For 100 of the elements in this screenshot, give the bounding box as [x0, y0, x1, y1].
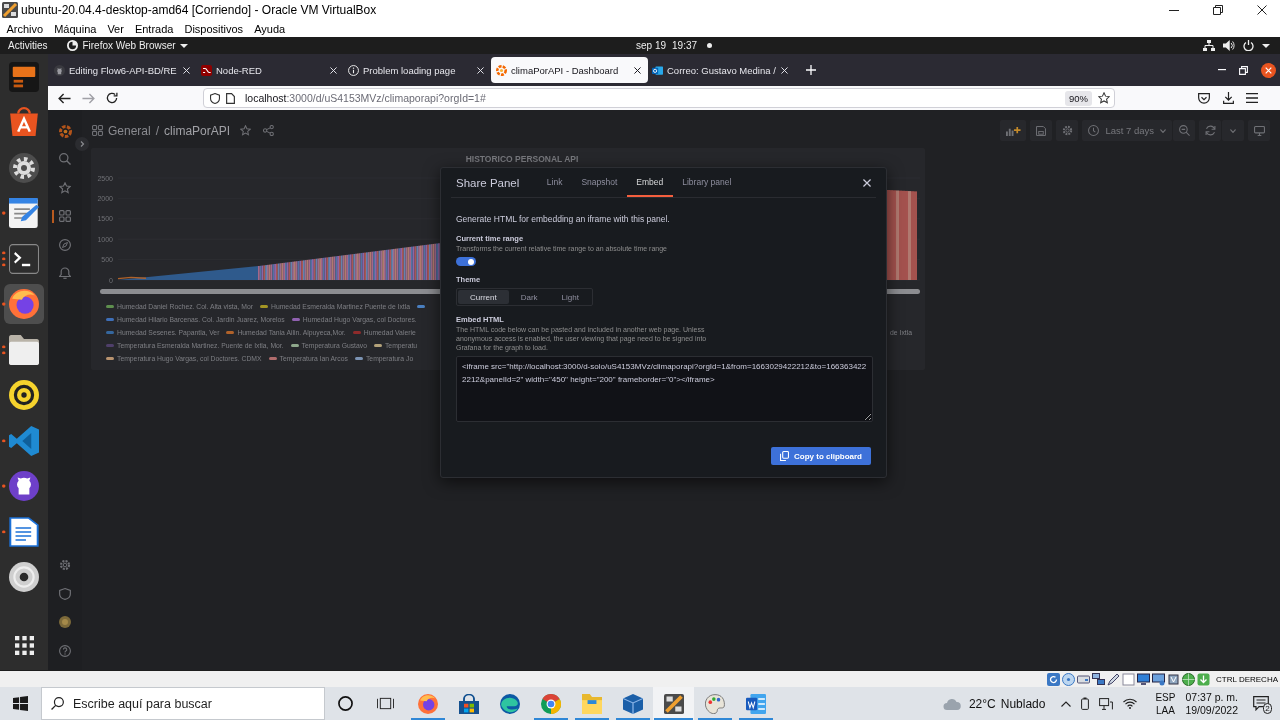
battery-icon[interactable] — [1081, 697, 1090, 710]
address-field[interactable]: localhost:3000/d/uS4153MVz/climaporapi?orgId=1# 90% — [203, 88, 1115, 108]
swirl-logo-icon — [496, 64, 507, 76]
gear-icon — [59, 559, 71, 572]
app-menu-button[interactable]: Firefox Web Browser — [67, 40, 188, 51]
minimize-icon[interactable] — [1218, 69, 1226, 71]
volume-icon[interactable] — [1223, 40, 1235, 51]
firefox-icon — [9, 289, 39, 320]
theme-option[interactable]: Light — [549, 290, 591, 304]
running-indicator-icon — [2, 439, 6, 443]
add-panel-button[interactable] — [1000, 120, 1027, 141]
legend-swatch-icon[interactable] — [106, 357, 114, 360]
shield-icon[interactable] — [210, 92, 220, 104]
host-key-label: CTRL DERECHA — [1216, 674, 1278, 684]
power-icon[interactable] — [1243, 40, 1254, 51]
download-icon[interactable] — [1222, 92, 1234, 104]
grid-icon — [92, 125, 103, 136]
menu-item[interactable]: Ver — [101, 22, 130, 35]
network-icon[interactable] — [1099, 697, 1114, 710]
disc-icon — [1062, 672, 1076, 686]
menu-item[interactable]: Entrada — [129, 22, 179, 35]
browser-tab[interactable]: Node-RED — [197, 57, 344, 83]
time-label[interactable]: 19:37 — [672, 40, 698, 51]
star-icon[interactable] — [240, 125, 252, 136]
help-icon — [59, 644, 71, 657]
search-field[interactable]: Escribe aquí para buscar — [41, 687, 325, 720]
reload-icon[interactable] — [106, 92, 118, 104]
legend-swatch-icon[interactable] — [106, 331, 114, 334]
legend-swatch-icon[interactable] — [354, 357, 363, 360]
browser-tab[interactable]: climaPorAPI - Dashboard — [491, 57, 648, 83]
caret-icon[interactable] — [1262, 43, 1270, 48]
legend-swatch-icon[interactable] — [106, 305, 114, 308]
expand-icon[interactable] — [75, 137, 89, 151]
dialog-tab[interactable]: Snapshot — [571, 168, 627, 197]
chevron-up-icon[interactable] — [1061, 700, 1072, 707]
legend-swatch-icon[interactable] — [352, 331, 361, 334]
minimize-icon[interactable] — [1169, 9, 1179, 11]
clock-button[interactable]: 07:37 p. m. 19/09/2022 — [1185, 690, 1238, 717]
close-icon[interactable] — [1261, 62, 1276, 78]
search-icon — [59, 153, 71, 166]
legend-swatch-icon[interactable] — [268, 357, 277, 360]
legend-swatch-icon[interactable] — [290, 344, 299, 347]
dialog-tab[interactable]: Link — [537, 168, 572, 197]
dialog-tab[interactable]: Embed — [626, 168, 673, 197]
menu-item[interactable]: Archivo — [1, 22, 49, 35]
weather-widget[interactable]: 22°C Nublado — [938, 687, 1050, 720]
close-icon[interactable] — [1257, 5, 1267, 15]
drive-icon — [1077, 672, 1091, 686]
back-icon[interactable] — [57, 92, 71, 104]
menu-item[interactable]: Máquina — [48, 22, 102, 35]
dock-button[interactable] — [4, 284, 44, 325]
dashboard-title[interactable]: climaPorAPI — [164, 123, 231, 138]
legend-swatch-icon[interactable] — [417, 305, 426, 308]
date-label[interactable]: sep 19 — [636, 40, 667, 51]
refresh-button[interactable] — [1199, 120, 1221, 141]
legend-swatch-icon[interactable] — [106, 318, 114, 321]
legend-swatch-icon[interactable] — [106, 344, 114, 347]
restore-icon[interactable] — [1213, 5, 1223, 15]
activities-button[interactable]: Activities — [8, 40, 48, 51]
menu-item[interactable]: Ayuda — [248, 22, 291, 35]
star-icon — [59, 181, 71, 194]
legend-swatch-icon[interactable] — [291, 318, 300, 321]
line-series — [117, 276, 147, 280]
save-button[interactable] — [1030, 120, 1053, 141]
taskbar-button[interactable] — [653, 687, 694, 720]
legend-swatch-icon[interactable] — [260, 305, 268, 308]
running-indicator-icon — [2, 484, 6, 488]
network-icon[interactable] — [1203, 40, 1215, 51]
caret-icon — [1230, 128, 1236, 133]
wifi-icon[interactable] — [1123, 698, 1138, 709]
theme-option[interactable]: Current — [458, 290, 509, 304]
zoom-out-button[interactable] — [1173, 120, 1195, 141]
input-language-button[interactable]: ESP LAA — [1155, 690, 1176, 717]
zoom-level-button[interactable]: 90% — [1065, 90, 1092, 106]
settings-button[interactable] — [1056, 120, 1079, 141]
share-icon[interactable] — [263, 125, 275, 136]
copy-button[interactable]: Copy to clipboard — [771, 447, 871, 465]
view-mode-button[interactable] — [1248, 120, 1270, 141]
menu-icon[interactable] — [1246, 93, 1258, 103]
swirl-logo-icon[interactable] — [58, 124, 72, 138]
browser-tab[interactable]: Correo: Gustavo Medina / — [648, 57, 795, 83]
browser-tab[interactable]: Problem loading page — [344, 57, 491, 83]
embed-code-field[interactable]: <iframe src="http://localhost:3000/d-solo/uS4153MVz/climaporapi?orgId=1&from=1663029422212&to=1663634222212&panelId=2" width="450" height="200" frameborder="0"></iframe> — [456, 356, 873, 422]
breadcrumb-separator: / — [155, 123, 160, 138]
folder-link[interactable]: General — [108, 123, 151, 138]
pocket-icon[interactable] — [1198, 92, 1210, 104]
dialog-tab[interactable]: Library panel — [672, 168, 741, 197]
legend-swatch-icon[interactable] — [373, 344, 382, 347]
toggle-switch[interactable] — [456, 257, 476, 266]
legend-swatch-icon[interactable] — [226, 331, 235, 334]
menu-item[interactable]: Dispositivos — [178, 22, 249, 35]
theme-option[interactable]: Dark — [508, 290, 550, 304]
zoom-out-icon — [1178, 125, 1190, 136]
star-icon[interactable] — [1098, 92, 1110, 104]
plus-icon[interactable] — [806, 65, 816, 75]
page-icon[interactable] — [226, 92, 235, 104]
close-icon[interactable] — [634, 66, 641, 74]
caret-icon — [1160, 128, 1166, 133]
notification-icon[interactable] — [1253, 696, 1269, 711]
browser-tab[interactable]: Editing Flow6-API-BD/RE — [50, 57, 197, 83]
